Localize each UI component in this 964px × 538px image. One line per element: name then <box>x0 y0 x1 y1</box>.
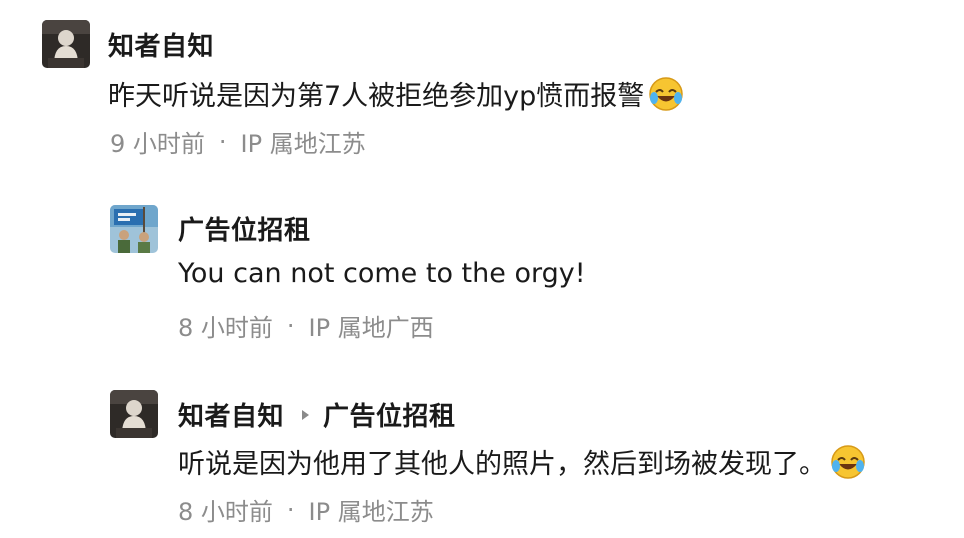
comment-time: 9 小时前 <box>110 130 205 158</box>
laughing-crying-emoji-icon <box>649 76 684 111</box>
comment-time: 8 小时前 <box>178 498 273 526</box>
comment-meta: 8 小时前 · IP 属地江苏 <box>178 492 434 527</box>
author-name[interactable]: 知者自知 <box>108 26 214 63</box>
user-avatar[interactable] <box>110 205 158 253</box>
meta-separator: · <box>286 311 295 340</box>
ip-location: IP 属地广西 <box>308 314 434 342</box>
ip-location: IP 属地江苏 <box>240 130 366 158</box>
comment-body: 听说是因为他用了其他人的照片，然后到场被发现了。 <box>178 449 826 480</box>
user-avatar[interactable] <box>110 390 158 438</box>
comment-header: 广告位招租 <box>178 210 311 247</box>
person-figure-avatar-icon <box>110 390 158 438</box>
comment-meta: 8 小时前 · IP 属地广西 <box>178 308 434 343</box>
reply-arrow-icon <box>302 409 310 420</box>
blue-flag-photo-avatar-icon <box>110 205 158 253</box>
comment-header: 知者自知 <box>108 26 214 63</box>
comment-body: 昨天听说是因为第7人被拒绝参加yp愤而报警 <box>108 81 645 112</box>
user-avatar[interactable] <box>42 20 90 68</box>
comment-body: You can not come to the orgy! <box>178 258 586 289</box>
meta-separator: · <box>218 127 227 156</box>
laughing-crying-emoji-icon <box>831 444 865 479</box>
comment-text: You can not come to the orgy! <box>178 258 586 289</box>
comment-header: 知者自知 广告位招租 <box>178 396 456 433</box>
reply-target-name[interactable]: 广告位招租 <box>323 396 456 433</box>
comment-meta: 9 小时前 · IP 属地江苏 <box>110 124 366 159</box>
author-name[interactable]: 广告位招租 <box>178 210 311 247</box>
comment-text: 听说是因为他用了其他人的照片，然后到场被发现了。 <box>178 442 866 481</box>
person-figure-avatar-icon <box>42 20 90 68</box>
meta-separator: · <box>286 495 295 524</box>
author-name[interactable]: 知者自知 <box>178 396 284 433</box>
ip-location: IP 属地江苏 <box>308 498 434 526</box>
comment-time: 8 小时前 <box>178 314 273 342</box>
comment-text: 昨天听说是因为第7人被拒绝参加yp愤而报警 <box>108 74 684 113</box>
